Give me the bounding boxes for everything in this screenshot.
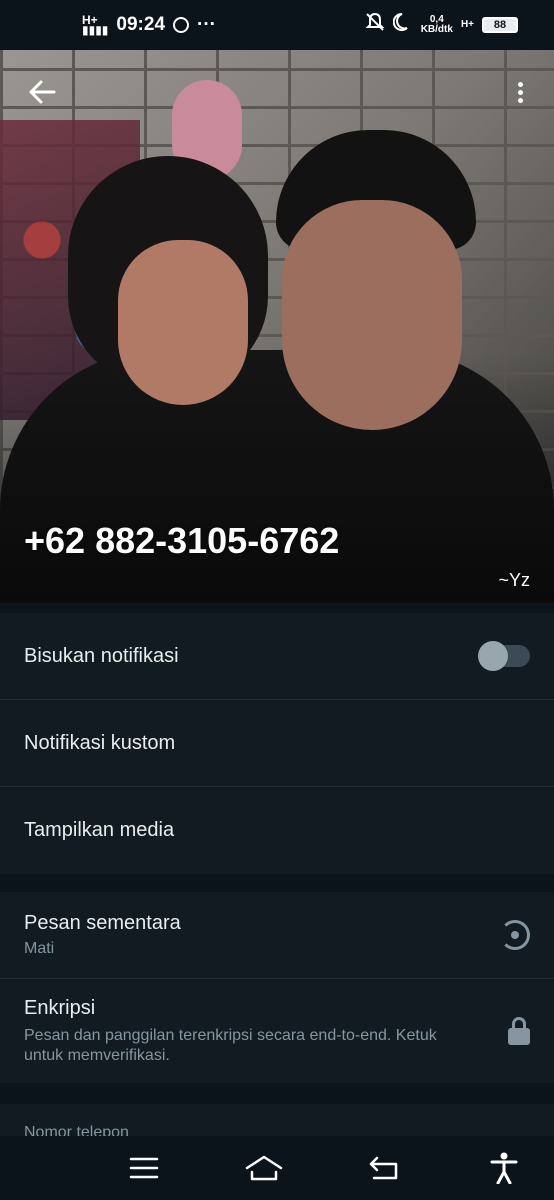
battery-level: 88 [493,19,507,31]
clock: 09:24 [116,14,166,35]
nav-accessibility-button[interactable] [484,1148,524,1188]
more-notifications-icon: ··· [197,14,217,35]
profile-photo[interactable]: +62 882-3105-6762 ~Yz [0,50,554,603]
timer-icon [500,920,530,950]
back-icon [369,1156,398,1180]
network-speed: 0,4 KB/dtk [421,15,453,35]
media-visibility-row[interactable]: Tampilkan media [0,787,554,874]
nav-menu-button[interactable] [124,1148,164,1188]
lock-body [508,1028,530,1045]
photo-bodies [0,350,554,603]
battery-indicator: 88 [482,17,518,33]
contact-phone-number: +62 882-3105-6762 [24,520,340,561]
encryption-row[interactable]: Enkripsi Pesan dan panggilan terenkripsi… [0,979,554,1083]
nav-back-button[interactable] [364,1148,404,1188]
custom-notifications-row[interactable]: Notifikasi kustom [0,700,554,787]
mute-notifications-toggle[interactable] [478,641,530,671]
back-button[interactable] [22,72,62,112]
photo-person-left-face [118,240,248,405]
home-icon [245,1155,283,1181]
mute-notifications-row[interactable]: Bisukan notifikasi [0,613,554,700]
signal-bars-icon: ▮▮▮▮ [82,23,109,37]
menu-icon [129,1157,159,1179]
disappearing-messages-text: Pesan sementara Mati [24,912,181,959]
more-vertical-icon-dot2 [517,89,523,95]
status-left: H+ ▮▮▮▮ 09:24 ··· [82,14,216,36]
notifications-section: Bisukan notifikasi Notifikasi kustom Tam… [0,613,554,874]
nav-home-button[interactable] [244,1148,284,1188]
arrow-left-icon [29,80,56,104]
more-vertical-icon-dot3 [517,97,523,103]
speed-unit: KB/dtk [420,24,453,35]
moon-icon [392,12,413,38]
more-vertical-icon [517,81,523,87]
privacy-section: Pesan sementara Mati Enkripsi Pesan dan … [0,892,554,1083]
signal-indicator: H+ ▮▮▮▮ [82,14,109,37]
status-bar: H+ ▮▮▮▮ 09:24 ··· 0,4 KB/dtk H+ 88 [0,0,554,50]
encryption-description: Pesan dan panggilan terenkripsi secara e… [24,1026,437,1064]
whatsapp-notification-icon [173,17,190,33]
contact-alias: ~Yz [498,570,530,590]
mute-notifications-label: Bisukan notifikasi [24,644,179,667]
photo-person-right-face [282,200,462,430]
accessibility-icon [490,1152,518,1184]
more-options-button[interactable] [504,72,536,112]
disappearing-messages-value: Mati [24,939,55,957]
toggle-knob [478,641,508,671]
status-right: 0,4 KB/dtk H+ 88 [365,12,518,38]
disappearing-messages-row[interactable]: Pesan sementara Mati [0,892,554,979]
lock-icon [508,1017,530,1045]
disappearing-messages-title: Pesan sementara [24,911,181,934]
network-type-right: H+ [460,19,474,30]
custom-notifications-label: Notifikasi kustom [24,731,176,754]
encryption-title: Enkripsi [24,996,96,1019]
media-visibility-label: Tampilkan media [24,819,175,841]
mute-bell-icon [365,12,385,38]
navigation-bar [0,1136,554,1200]
encryption-text: Enkripsi Pesan dan panggilan terenkripsi… [24,997,474,1066]
